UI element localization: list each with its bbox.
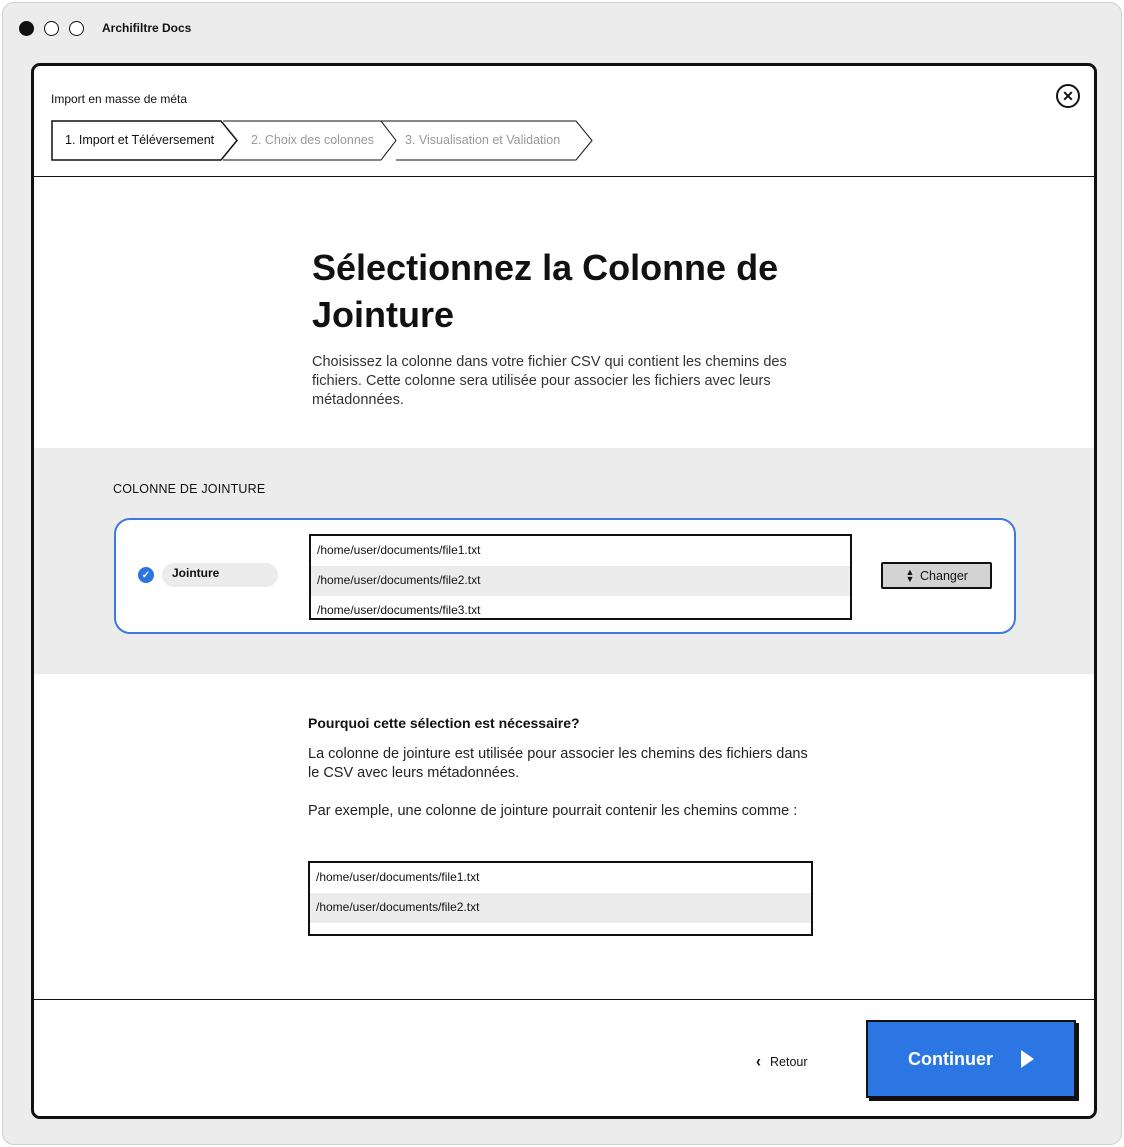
step-3[interactable]: 3. Visualisation et Validation <box>405 133 560 147</box>
window-minimize-dot[interactable] <box>44 20 59 36</box>
back-button[interactable]: ‹ Retour <box>756 1052 808 1071</box>
change-column-button[interactable]: ▲ ▼ Changer <box>881 562 992 589</box>
explanation-title: Pourquoi cette sélection est nécessaire? <box>308 715 580 731</box>
stepper: 1. Import et Téléversement 2. Choix des … <box>51 120 611 161</box>
example-path-list: /home/user/documents/file1.txt /home/use… <box>308 861 813 936</box>
window-titlebar: Archifiltre Docs <box>19 17 191 39</box>
continue-button[interactable]: Continuer <box>866 1020 1076 1098</box>
header-divider <box>34 176 1094 177</box>
join-column-card[interactable]: ✓ Jointure /home/user/documents/file1.tx… <box>114 518 1016 634</box>
list-item: /home/user/documents/file1.txt <box>317 543 481 557</box>
footer-divider <box>34 999 1094 1000</box>
check-icon: ✓ <box>138 567 154 583</box>
page-description: Choisissez la colonne dans votre fichier… <box>312 354 787 408</box>
column-preview-list: /home/user/documents/file1.txt /home/use… <box>309 534 852 620</box>
continue-button-label: Continuer <box>908 1048 993 1069</box>
explanation-paragraph-2: Par exemple, une colonne de jointure pou… <box>308 803 798 819</box>
modal-title: Import en masse de méta <box>51 92 188 106</box>
chevron-left-icon: ‹ <box>756 1052 761 1071</box>
list-item: /home/user/documents/file3.txt <box>317 603 481 617</box>
explanation-paragraph-1: La colonne de jointure est utilisée pour… <box>308 746 808 781</box>
change-button-label: Changer <box>920 568 968 583</box>
step-2[interactable]: 2. Choix des colonnes <box>251 133 374 147</box>
list-item: /home/user/documents/file2.txt <box>310 893 811 923</box>
sort-icon: ▲ ▼ <box>905 566 915 584</box>
play-icon <box>1021 1050 1034 1068</box>
close-icon[interactable]: ✕ <box>1056 84 1080 108</box>
page-title: Sélectionnez la Colonne de Jointure <box>312 247 779 335</box>
app-title: Archifiltre Docs <box>102 21 192 35</box>
join-column-section: COLONNE DE JOINTURE ✓ Jointure /home/use… <box>34 448 1094 674</box>
import-modal: Import en masse de méta ✕ 1. Import et T… <box>31 63 1097 1119</box>
column-name-chip: Jointure <box>162 563 278 587</box>
list-item: /home/user/documents/file2.txt <box>311 566 850 596</box>
window-maximize-dot[interactable] <box>69 20 84 36</box>
step-1[interactable]: 1. Import et Téléversement <box>65 133 214 147</box>
app-window: Archifiltre Docs Import en masse de méta… <box>2 2 1122 1145</box>
window-close-dot[interactable] <box>19 20 34 36</box>
join-column-label: COLONNE DE JOINTURE <box>113 482 266 496</box>
list-item: /home/user/documents/file1.txt <box>316 870 480 884</box>
back-button-label: Retour <box>770 1054 808 1069</box>
